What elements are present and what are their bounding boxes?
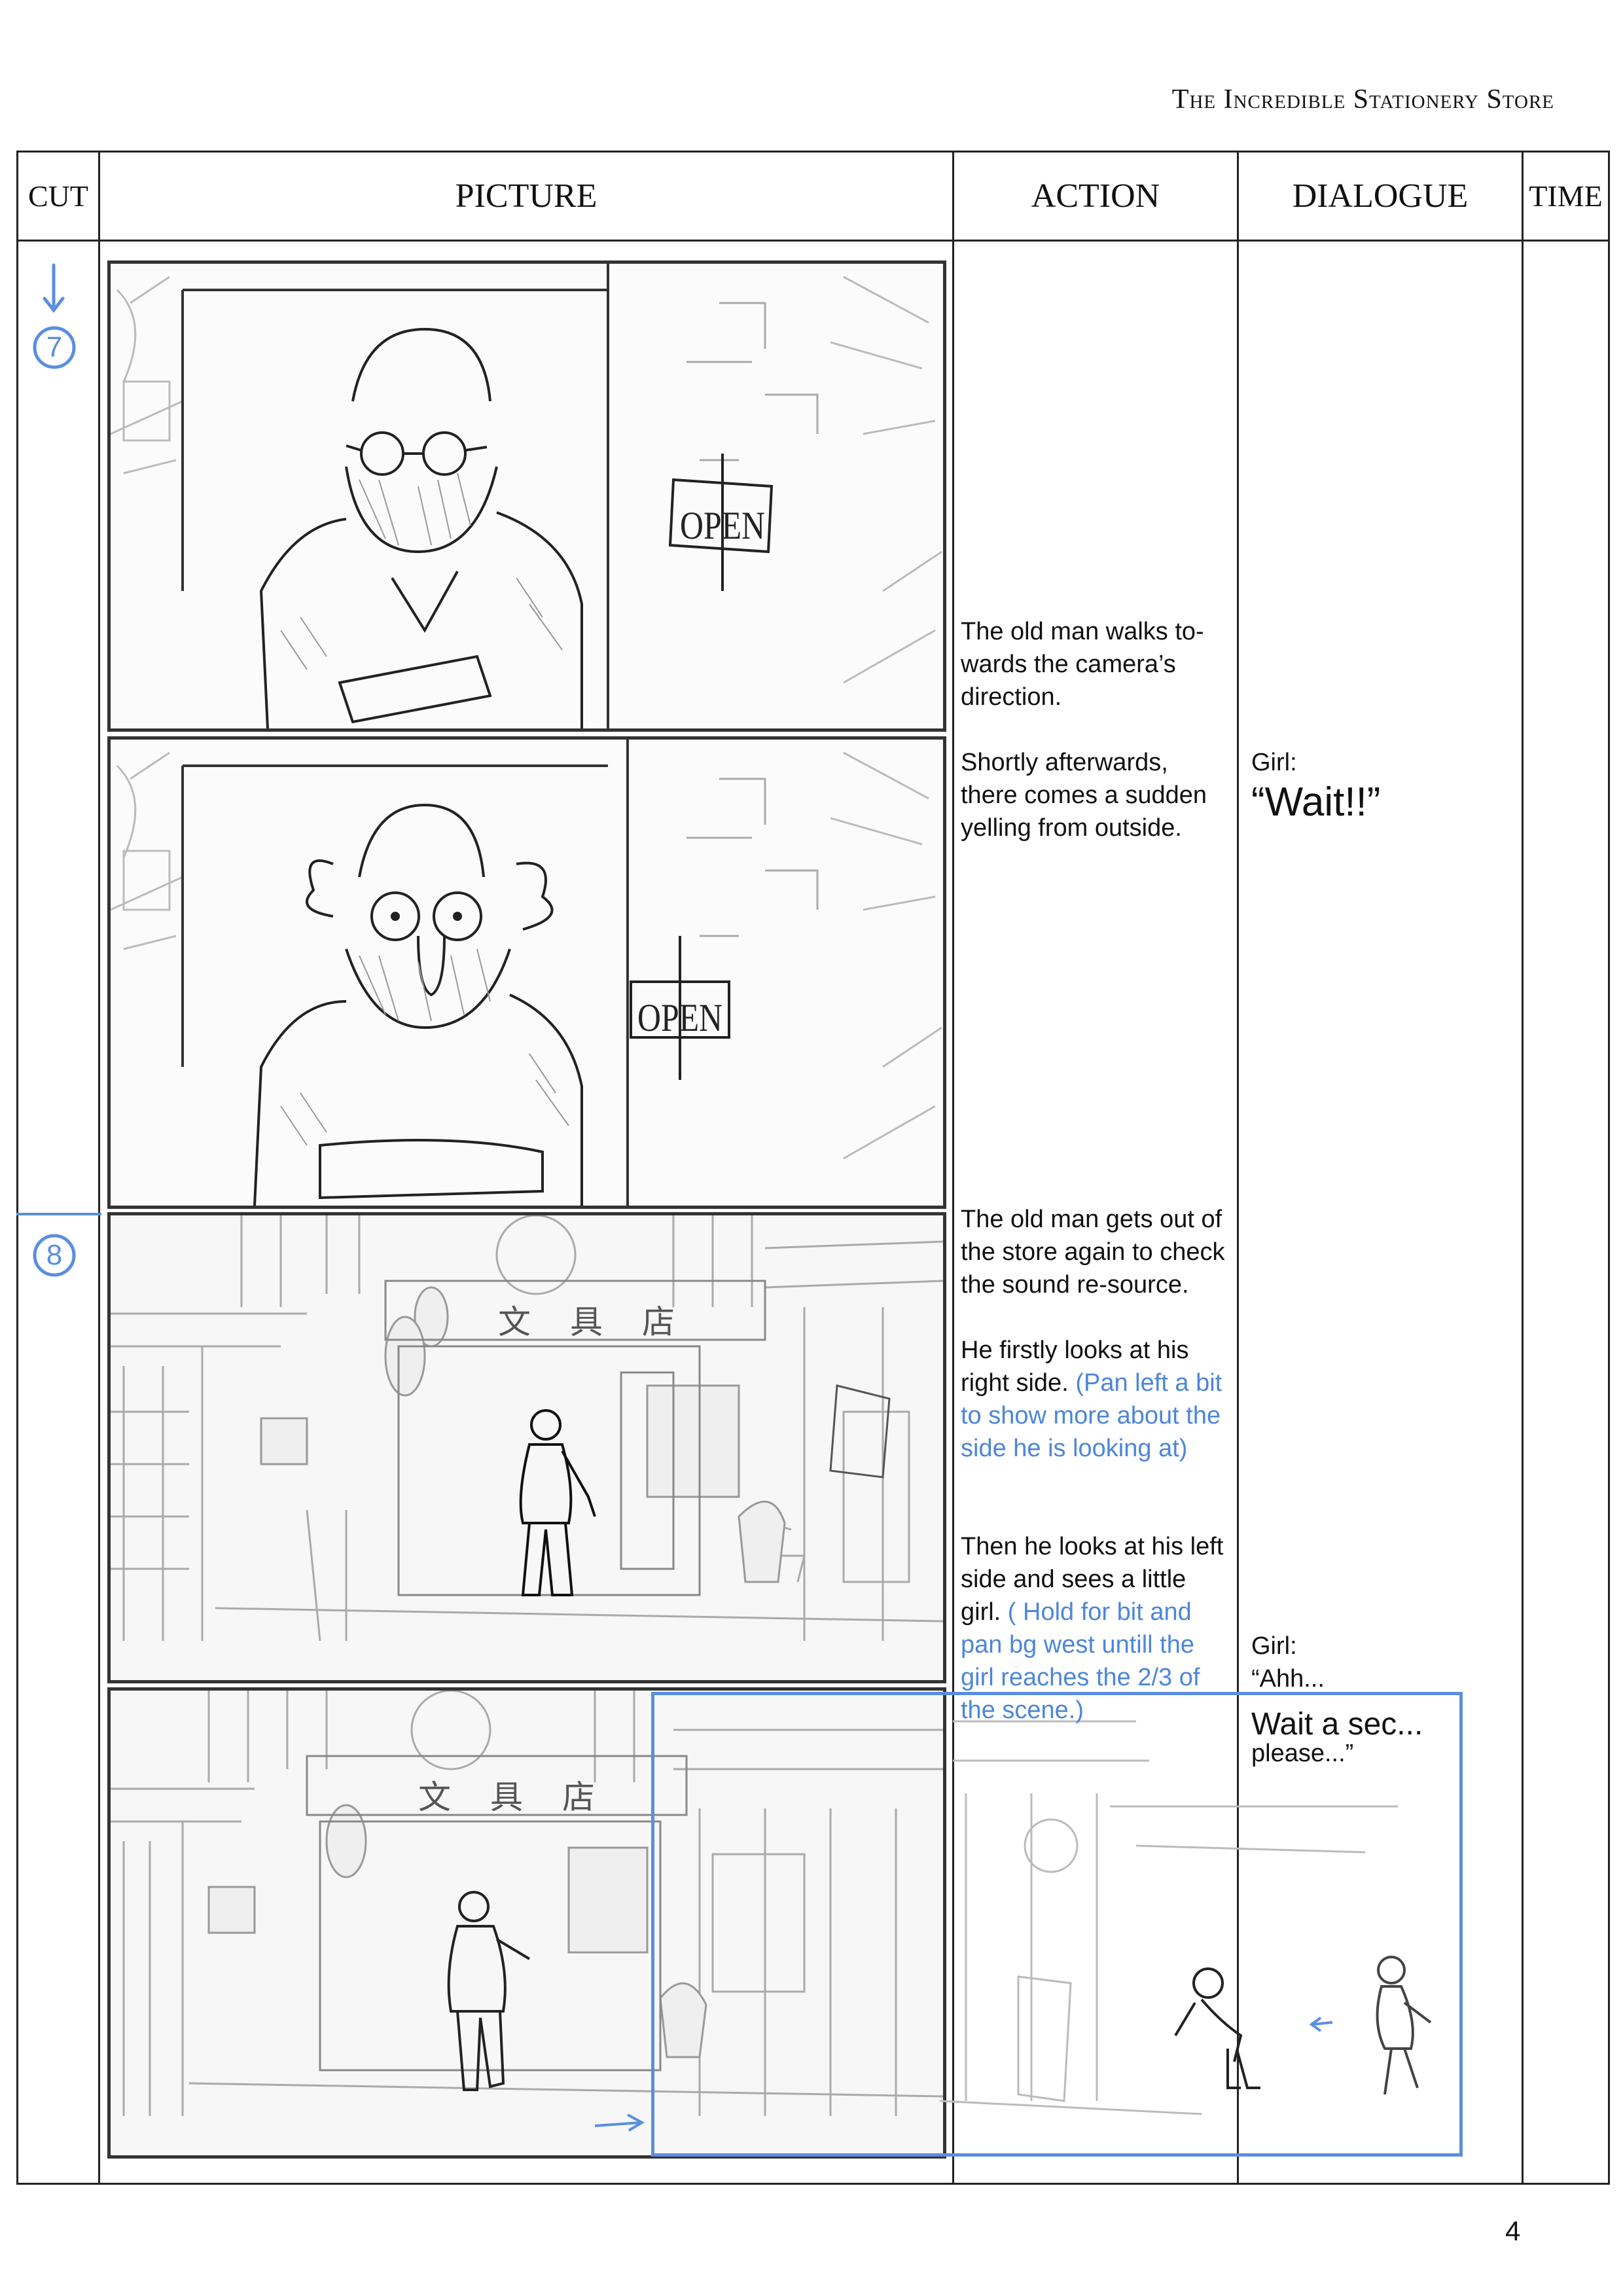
column-header-dialogue: DIALOGUE xyxy=(1292,177,1469,215)
col-divider-dialogue xyxy=(1522,151,1524,2185)
shop-sign-char-3: 店 xyxy=(562,1778,595,1816)
col-divider-cut xyxy=(98,151,100,2185)
shop-sign-char-1: 文 xyxy=(418,1778,451,1816)
action-block-cut8: The old man gets out of the store again … xyxy=(961,1203,1226,1759)
document-title: The Incredible Stationery Store xyxy=(1171,84,1554,115)
storyboard-panel-2: OPEN xyxy=(107,736,946,1209)
cut-divider-mark xyxy=(16,1213,101,1215)
shop-sign-char-2: 具 xyxy=(490,1778,523,1816)
dialogue-line: “Wait!!” xyxy=(1251,780,1381,825)
table-left-border xyxy=(16,151,18,2185)
cut-number-7: 7 xyxy=(31,325,77,370)
column-header-picture: PICTURE xyxy=(455,177,597,215)
column-header-action: ACTION xyxy=(1031,177,1160,215)
shop-sign-char-3: 店 xyxy=(642,1303,675,1341)
cut-number-label: 8 xyxy=(46,1239,63,1271)
column-header-cut: CUT xyxy=(28,179,88,213)
action-yelling: Shortly afterwards, there comes a sudden… xyxy=(961,749,1207,842)
dialogue-line-2: Wait a sec... xyxy=(1251,1707,1423,1742)
cut-arrow-icon xyxy=(43,263,65,314)
shop-sign-char-2: 具 xyxy=(570,1303,603,1341)
shop-sign-char-1: 文 xyxy=(498,1303,531,1341)
dialogue-line-3: please...” xyxy=(1251,1740,1354,1767)
table-bottom-border xyxy=(16,2183,1610,2185)
storyboard-panel-3: 文 具 店 xyxy=(107,1212,946,1683)
action-block-cut7: The old man walks to-wards the camera’s … xyxy=(961,615,1226,877)
dialogue-girl-ahh: Girl: “Ahh... Wait a sec... please...” xyxy=(1251,1630,1423,1766)
cut-number-8: 8 xyxy=(31,1232,77,1278)
action-looks-left: Then he looks at his left side and sees … xyxy=(961,1530,1226,1727)
open-sign-text: OPEN xyxy=(680,504,765,547)
action-gets-out: The old man gets out of the store again … xyxy=(961,1206,1225,1299)
column-header-time: TIME xyxy=(1529,179,1603,213)
storyboard-panel-1: OPEN xyxy=(107,260,946,732)
action-looks-right: He firstly looks at his right side. (Pan… xyxy=(961,1334,1226,1465)
dialogue-girl-wait: Girl: “Wait!!” xyxy=(1251,746,1380,826)
cut-number-label: 7 xyxy=(46,331,63,363)
action-walks: The old man walks to-wards the camera’s … xyxy=(961,618,1204,711)
table-header-divider xyxy=(16,240,1610,242)
open-sign-text: OPEN xyxy=(637,996,722,1039)
dialogue-line-1: “Ahh... xyxy=(1251,1665,1325,1693)
dialogue-speaker: Girl: xyxy=(1251,1632,1297,1660)
table-right-border xyxy=(1608,151,1610,2185)
dialogue-speaker: Girl: xyxy=(1251,749,1297,776)
page-number: 4 xyxy=(1505,2215,1521,2246)
